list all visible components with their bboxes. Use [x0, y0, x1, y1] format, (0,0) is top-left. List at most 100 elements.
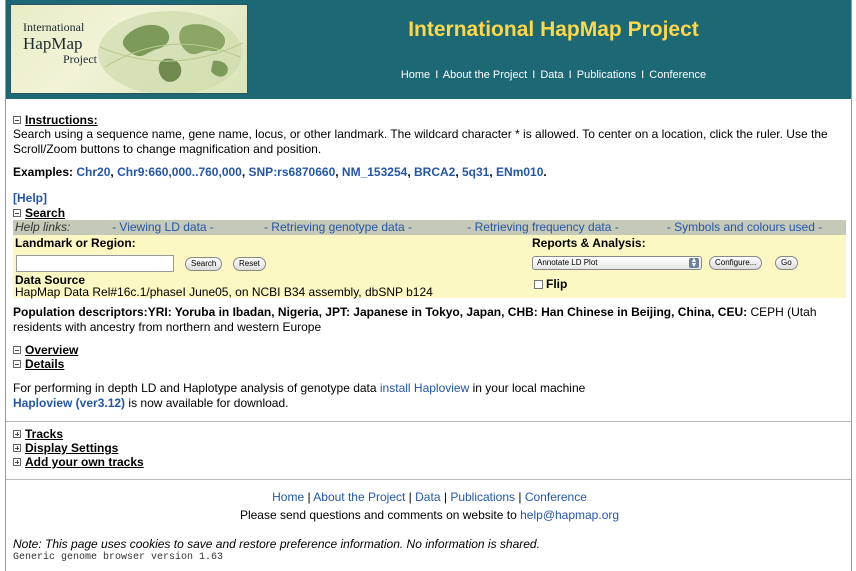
footer-nav-separator: | — [307, 490, 311, 504]
nav-home[interactable]: Home — [401, 69, 430, 81]
search-title[interactable]: Search — [25, 206, 65, 220]
go-button[interactable]: Go — [775, 256, 798, 270]
example-link[interactable]: Chr20 — [76, 165, 110, 179]
header-banner: International HapMap Project Internation… — [6, 0, 851, 99]
add-tracks-header: Add your own tracks — [13, 455, 846, 469]
help-link-ld[interactable]: - Viewing LD data - — [93, 220, 233, 235]
contact-line: Please send questions and comments on we… — [13, 508, 846, 523]
collapse-toggle-icon[interactable] — [13, 209, 21, 217]
expand-toggle-icon[interactable] — [13, 430, 21, 438]
footer-nav-about[interactable]: About the Project — [313, 490, 405, 504]
haploview-text-3: is now available for download. — [125, 396, 289, 410]
reports-selected-value: Annotate LD Plot — [537, 258, 598, 267]
reports-select[interactable]: Annotate LD Plot ▲ ▼ — [532, 256, 702, 270]
help-links-bar: Help links: - Viewing LD data - - Retrie… — [13, 220, 846, 235]
reset-button[interactable]: Reset — [233, 257, 266, 271]
nav-conference[interactable]: Conference — [649, 69, 706, 81]
display-settings-header: Display Settings — [13, 441, 846, 455]
haploview-version-link[interactable]: Haploview (ver3.12) — [13, 396, 125, 410]
example-link[interactable]: BRCA2 — [414, 165, 455, 179]
tracks-title[interactable]: Tracks — [25, 427, 63, 441]
reports-label: Reports & Analysis: — [532, 236, 646, 250]
details-title[interactable]: Details — [25, 357, 64, 371]
collapse-toggle-icon[interactable] — [13, 360, 21, 368]
population-bold-text: YRI: Yoruba in Ibadan, Nigeria, JPT: Jap… — [147, 305, 748, 319]
landmark-input[interactable] — [16, 255, 174, 272]
cookie-note: Note: This page uses cookies to save and… — [13, 537, 540, 551]
search-button[interactable]: Search — [185, 257, 223, 271]
footer-nav-publications[interactable]: Publications — [450, 490, 515, 504]
contact-email-link[interactable]: help@hapmap.org — [520, 508, 619, 522]
collapse-toggle-icon[interactable] — [13, 346, 21, 354]
footer-nav-separator: | — [408, 490, 412, 504]
example-link[interactable]: ENm010 — [496, 165, 543, 179]
flip-label: Flip — [546, 277, 568, 291]
nav-about[interactable]: About the Project — [443, 69, 527, 81]
details-header: Details — [13, 357, 846, 371]
search-panel: Landmark or Region: Search Reset Data So… — [13, 235, 846, 298]
nav-publications[interactable]: Publications — [577, 69, 636, 81]
landmark-label: Landmark or Region: — [15, 236, 136, 250]
flip-option[interactable]: Flip — [534, 277, 567, 291]
site-title: International HapMap Project — [408, 18, 699, 41]
flip-checkbox[interactable] — [534, 280, 543, 289]
logo-line-2: HapMap — [23, 34, 83, 53]
expand-toggle-icon[interactable] — [13, 444, 21, 452]
divider — [6, 421, 851, 422]
configure-button[interactable]: Configure... — [709, 256, 763, 270]
nav-separator: I — [435, 69, 439, 81]
logo-line-3: Project — [63, 52, 97, 66]
page-frame: International HapMap Project Internation… — [5, 0, 852, 571]
select-arrows-icon: ▲ ▼ — [689, 257, 699, 269]
display-settings-title[interactable]: Display Settings — [25, 441, 118, 455]
examples-label: Examples — [13, 165, 70, 179]
haploview-text-2: in your local machine — [469, 381, 586, 395]
tracks-header: Tracks — [13, 427, 846, 441]
browser-version: Generic genome browser version 1.63 — [13, 552, 224, 563]
nav-separator: I — [641, 69, 645, 81]
main-content: Instructions: Search using a sequence na… — [6, 113, 851, 563]
overview-header: Overview — [13, 343, 846, 357]
instructions-header: Instructions: — [13, 113, 846, 127]
footer: Home | About the Project | Data | Public… — [13, 490, 846, 523]
nav-separator: I — [568, 69, 572, 81]
footer-nav-data[interactable]: Data — [415, 490, 440, 504]
overview-title[interactable]: Overview — [25, 343, 78, 357]
example-link[interactable]: Chr9:660,000..760,000 — [117, 165, 242, 179]
data-source-text: HapMap Data Rel#16c.1/phaseI June05, on … — [15, 285, 433, 299]
examples-line: Examples: Chr20, Chr9:660,000..760,000, … — [13, 165, 547, 179]
population-descriptors: Population descriptors:YRI: Yoruba in Ib… — [13, 305, 846, 335]
example-link[interactable]: 5q31 — [462, 165, 489, 179]
footer-nav-separator: | — [443, 490, 447, 504]
example-link[interactable]: NM_153254 — [342, 165, 407, 179]
collapse-toggle-icon[interactable] — [13, 116, 21, 124]
contact-text: Please send questions and comments on we… — [239, 508, 521, 522]
help-link-frequency[interactable]: - Retrieving frequency data - — [443, 220, 643, 235]
help-link-genotype[interactable]: - Retrieving genotype data - — [233, 220, 443, 235]
footer-nav: Home | About the Project | Data | Public… — [13, 490, 846, 505]
add-tracks-title[interactable]: Add your own tracks — [25, 455, 144, 469]
instructions-text: Search using a sequence name, gene name,… — [13, 127, 828, 156]
globe-icon — [98, 11, 244, 93]
footer-nav-home[interactable]: Home — [272, 490, 304, 504]
help-links-label: Help links: — [15, 220, 71, 234]
nav-data[interactable]: Data — [540, 69, 563, 81]
header-nav: Home I About the Project I Data I Public… — [256, 69, 851, 81]
footer-nav-conference[interactable]: Conference — [525, 490, 587, 504]
instructions-title[interactable]: Instructions: — [25, 113, 98, 127]
divider — [6, 479, 851, 480]
example-link[interactable]: SNP:rs6870660 — [249, 165, 336, 179]
help-link-symbols[interactable]: - Symbols and colours used - — [643, 220, 846, 235]
haploview-line-1: For performing in depth LD and Haplotype… — [13, 381, 846, 396]
hapmap-logo[interactable]: International HapMap Project — [10, 4, 248, 94]
population-label: Population descriptors: — [13, 305, 148, 319]
search-header: Search — [13, 206, 846, 220]
haploview-line-2: Haploview (ver3.12) is now available for… — [13, 396, 846, 411]
install-haploview-link[interactable]: install Haploview — [380, 381, 469, 395]
footer-nav-separator: | — [518, 490, 522, 504]
expand-toggle-icon[interactable] — [13, 458, 21, 466]
logo-text: International HapMap Project — [23, 21, 97, 65]
help-link[interactable]: [Help] — [13, 191, 47, 205]
haploview-text-1: For performing in depth LD and Haplotype… — [13, 381, 380, 395]
logo-line-1: International — [23, 20, 85, 34]
